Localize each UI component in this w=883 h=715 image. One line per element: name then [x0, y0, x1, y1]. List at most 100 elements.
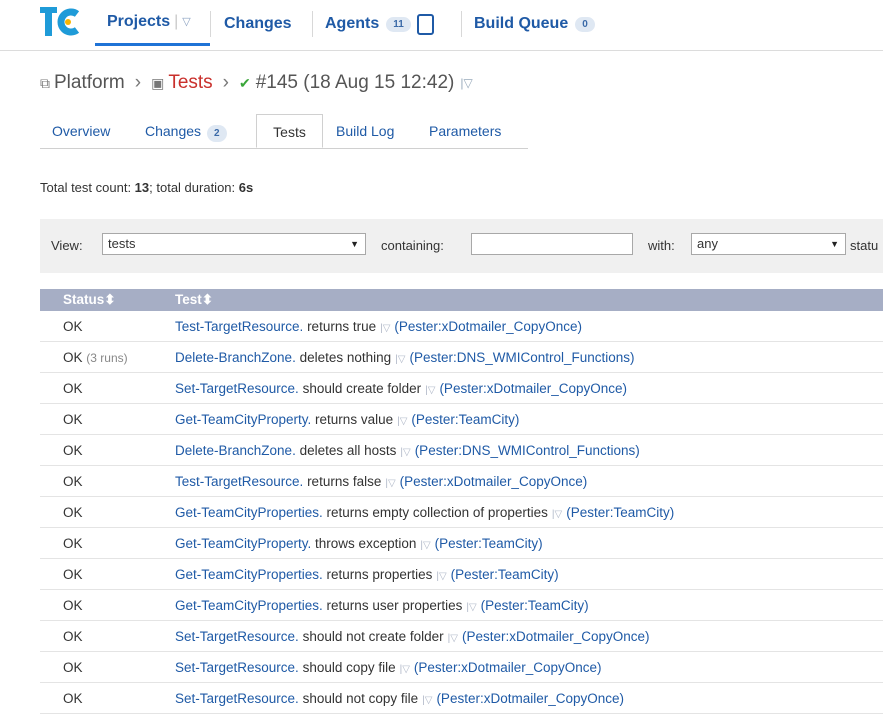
tab-parameters[interactable]: Parameters	[429, 114, 501, 148]
test-actions-dropdown-icon[interactable]: |▽	[436, 571, 446, 582]
test-description: should not copy file	[298, 690, 419, 706]
test-description: should copy file	[298, 659, 396, 675]
test-actions-dropdown-icon[interactable]: |▽	[400, 664, 410, 675]
test-cell: Get-TeamCityProperties. returns properti…	[173, 558, 883, 590]
test-package-link[interactable]: (Pester:xDotmailer_CopyOnce)	[394, 319, 582, 334]
test-name-link[interactable]: Get-TeamCityProperty.	[175, 536, 311, 551]
nav-agents[interactable]: Agents 11	[325, 0, 434, 48]
test-description: should create folder	[298, 380, 422, 396]
table-row: OK (3 runs) Delete-BranchZone. deletes no…	[40, 341, 883, 373]
with-select[interactable]: any ▼	[691, 233, 846, 255]
table-row: OK Set-TargetResource. should not copy f…	[40, 682, 883, 714]
build-queue-count-badge: 0	[575, 16, 595, 32]
status-text: OK	[63, 566, 83, 582]
nav-changes[interactable]: Changes	[224, 0, 292, 48]
test-actions-dropdown-icon[interactable]: |▽	[425, 385, 435, 396]
status-column-header[interactable]: Status⬍	[40, 289, 173, 311]
nav-divider	[210, 11, 211, 37]
test-name-link[interactable]: Set-TargetResource.	[175, 381, 299, 396]
test-name-link[interactable]: Test-TargetResource.	[175, 319, 303, 334]
status-text: OK	[63, 659, 83, 675]
test-name-link[interactable]: Set-TargetResource.	[175, 660, 299, 675]
breadcrumb-project[interactable]: Platform	[54, 72, 125, 94]
status-cell: OK	[40, 651, 173, 683]
table-row: OK Get-TeamCityProperties. returns prope…	[40, 558, 883, 590]
nav-build-queue[interactable]: Build Queue 0	[474, 0, 595, 48]
table-row: OK Get-TeamCityProperty. returns value |▽…	[40, 403, 883, 435]
test-name-link[interactable]: Get-TeamCityProperties.	[175, 598, 323, 613]
status-label: statu	[850, 238, 879, 253]
test-package-link[interactable]: (Pester:DNS_WMIControl_Functions)	[415, 443, 640, 458]
status-cell: OK	[40, 403, 173, 435]
teamcity-logo[interactable]	[40, 5, 82, 38]
test-actions-dropdown-icon[interactable]: |▽	[466, 602, 476, 613]
view-select[interactable]: tests ▼	[102, 233, 366, 255]
test-actions-dropdown-icon[interactable]: |▽	[400, 447, 410, 458]
tab-overview[interactable]: Overview	[52, 114, 110, 148]
table-row: OK Get-TeamCityProperties. returns empty…	[40, 496, 883, 528]
table-row: OK Set-TargetResource. should not create…	[40, 620, 883, 652]
test-name-link[interactable]: Delete-BranchZone.	[175, 443, 296, 458]
test-actions-dropdown-icon[interactable]: |▽	[420, 540, 430, 551]
test-cell: Get-TeamCityProperties. returns user pro…	[173, 589, 883, 621]
test-cell: Delete-BranchZone. deletes all hosts |▽ (P…	[173, 434, 883, 466]
test-package-link[interactable]: (Pester:DNS_WMIControl_Functions)	[409, 350, 634, 365]
status-text: OK	[63, 597, 83, 613]
view-label: View:	[51, 238, 83, 253]
build-config-icon: ▣	[151, 74, 165, 91]
test-name-link[interactable]: Test-TargetResource.	[175, 474, 303, 489]
tab-tests[interactable]: Tests	[256, 114, 323, 148]
containing-input[interactable]	[471, 233, 633, 255]
test-name-link[interactable]: Get-TeamCityProperties.	[175, 505, 323, 520]
test-name-link[interactable]: Get-TeamCityProperty.	[175, 412, 311, 427]
top-navigation: Projects | ▽ Changes Agents 11 Build Que…	[0, 0, 883, 51]
table-row: OK Set-TargetResource. should create fol…	[40, 372, 883, 404]
test-actions-dropdown-icon[interactable]: |▽	[380, 323, 390, 334]
status-text: OK	[63, 690, 83, 706]
test-package-link[interactable]: (Pester:xDotmailer_CopyOnce)	[439, 381, 627, 396]
test-actions-dropdown-icon[interactable]: |▽	[385, 478, 395, 489]
chevron-right-icon: ›	[222, 72, 229, 93]
status-text: OK	[63, 349, 83, 365]
success-check-icon: ✔	[239, 74, 251, 91]
nav-projects[interactable]: Projects | ▽	[95, 0, 210, 46]
breadcrumb-config[interactable]: Tests	[168, 72, 212, 94]
test-actions-dropdown-icon[interactable]: |▽	[552, 509, 562, 520]
test-package-link[interactable]: (Pester:xDotmailer_CopyOnce)	[436, 691, 624, 706]
test-cell: Set-TargetResource. should not copy file…	[173, 682, 883, 714]
status-text: OK	[63, 628, 83, 644]
test-package-link[interactable]: (Pester:xDotmailer_CopyOnce)	[400, 474, 588, 489]
test-description: returns properties	[322, 566, 433, 582]
test-name-link[interactable]: Set-TargetResource.	[175, 691, 299, 706]
table-row: OK Set-TargetResource. should copy file |…	[40, 651, 883, 683]
caret-down-icon: ▼	[350, 239, 359, 249]
test-description: throws exception	[311, 535, 417, 551]
test-package-link[interactable]: (Pester:TeamCity)	[481, 598, 589, 613]
runs-count: (3 runs)	[86, 350, 128, 365]
test-column-header[interactable]: Test⬍	[173, 289, 883, 311]
status-cell: OK	[40, 311, 173, 342]
test-actions-dropdown-icon[interactable]: |▽	[448, 633, 458, 644]
test-cell: Test-TargetResource. returns false |▽ (Pes…	[173, 465, 883, 497]
test-name-link[interactable]: Set-TargetResource.	[175, 629, 299, 644]
test-package-link[interactable]: (Pester:TeamCity)	[435, 536, 543, 551]
test-package-link[interactable]: (Pester:TeamCity)	[451, 567, 559, 582]
test-name-link[interactable]: Delete-BranchZone.	[175, 350, 296, 365]
test-name-link[interactable]: Get-TeamCityProperties.	[175, 567, 323, 582]
status-cell: OK	[40, 496, 173, 528]
test-actions-dropdown-icon[interactable]: |▽	[422, 695, 432, 706]
test-package-link[interactable]: (Pester:xDotmailer_CopyOnce)	[414, 660, 602, 675]
agent-icon	[416, 13, 434, 35]
projects-dropdown-icon[interactable]: ▽	[182, 15, 190, 28]
agents-count-badge: 11	[386, 16, 411, 32]
test-actions-dropdown-icon[interactable]: |▽	[395, 354, 405, 365]
test-package-link[interactable]: (Pester:TeamCity)	[411, 412, 519, 427]
test-cell: Get-TeamCityProperties. returns empty co…	[173, 496, 883, 528]
test-package-link[interactable]: (Pester:TeamCity)	[566, 505, 674, 520]
status-cell: OK	[40, 682, 173, 714]
test-actions-dropdown-icon[interactable]: |▽	[397, 416, 407, 427]
tab-build-log[interactable]: Build Log	[336, 114, 394, 148]
build-dropdown-icon[interactable]: |▽	[460, 76, 472, 90]
test-package-link[interactable]: (Pester:xDotmailer_CopyOnce)	[462, 629, 650, 644]
tab-changes[interactable]: Changes 2	[145, 114, 227, 148]
